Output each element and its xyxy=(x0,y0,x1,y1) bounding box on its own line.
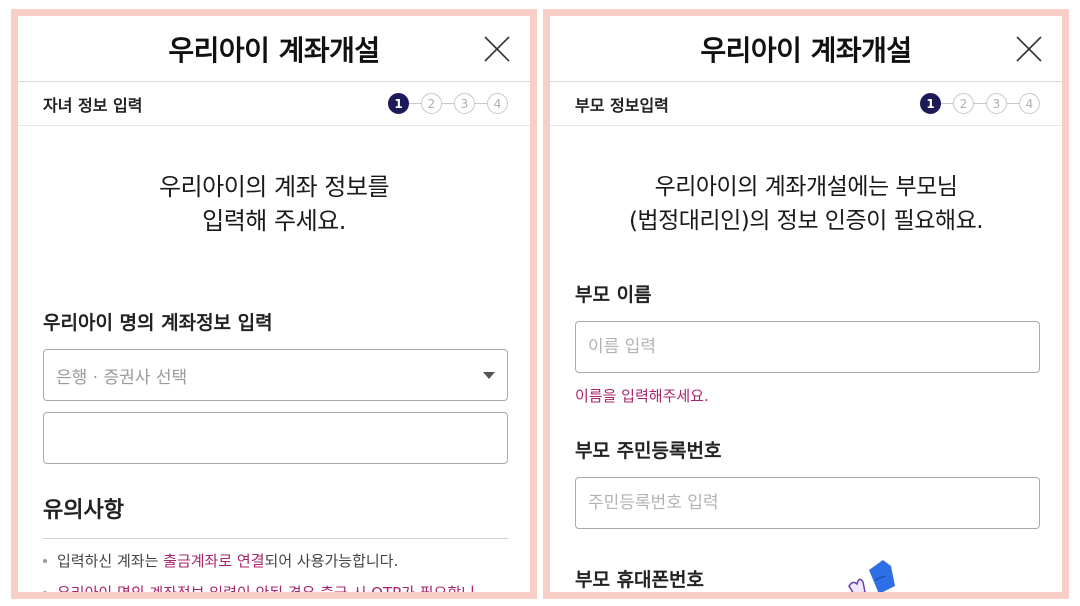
parent-rrn-input[interactable] xyxy=(575,477,1040,529)
parent-name-input[interactable] xyxy=(575,321,1040,373)
notice-item-warning: 우리아이 명의 계좌정보 입력이 안된 경우 출금 시 OTP가 필요합니 xyxy=(43,583,508,592)
notice-list: 입력하신 계좌는 출금계좌로 연결되어 사용가능합니다. 우리아이 명의 계좌정… xyxy=(43,551,508,592)
close-icon xyxy=(1016,36,1042,62)
parent-info-screen: 우리아이 계좌개설 부모 정보입력 1 2 3 4 우리아이의 계좌개설에는 부… xyxy=(543,9,1069,599)
step-3: 3 xyxy=(454,93,475,114)
step-connector xyxy=(974,103,986,104)
intro-line-2: 입력해 주세요. xyxy=(202,207,346,235)
close-button[interactable] xyxy=(1014,34,1044,64)
page-title: 우리아이 계좌개설 xyxy=(700,33,912,67)
step-label: 부모 정보입력 xyxy=(575,95,669,115)
notice-item: 입력하신 계좌는 출금계좌로 연결되어 사용가능합니다. xyxy=(43,551,508,571)
page-title: 우리아이 계좌개설 xyxy=(168,33,380,67)
screenshot-canvas: 우리아이 계좌개설 자녀 정보 입력 1 2 3 4 우리아이의 계좌 정보를 xyxy=(0,0,1080,606)
intro-line-1: 우리아이의 계좌개설에는 부모님 xyxy=(654,174,958,200)
parent-rrn-label: 부모 주민등록번호 xyxy=(575,440,722,462)
modal-header: 우리아이 계좌개설 xyxy=(18,16,530,82)
chevron-down-icon xyxy=(483,371,495,379)
step-connector xyxy=(941,103,953,104)
intro-line-1: 우리아이의 계좌 정보를 xyxy=(158,173,390,201)
notice-text: 되어 사용가능합니다. xyxy=(264,552,399,570)
parent-name-label: 부모 이름 xyxy=(575,284,652,306)
hand-pointer-icon xyxy=(848,560,895,592)
modal-header: 우리아이 계좌개설 xyxy=(550,16,1062,82)
step-indicator: 1 2 3 4 xyxy=(920,93,1040,114)
parent-phone-label: 부모 휴대폰번호 xyxy=(575,569,704,591)
step-4: 4 xyxy=(487,93,508,114)
step-2: 2 xyxy=(953,93,974,114)
step-1: 1 xyxy=(388,93,409,114)
step-1: 1 xyxy=(920,93,941,114)
bank-select[interactable]: 은행 · 증권사 선택 xyxy=(43,349,508,401)
account-number-input[interactable] xyxy=(43,412,508,464)
close-icon xyxy=(484,36,510,62)
bank-select-placeholder: 은행 · 증권사 선택 xyxy=(56,367,188,388)
close-button[interactable] xyxy=(482,34,512,64)
intro-line-2: (법정대리인)의 정보 인증이 필요해요. xyxy=(628,208,984,234)
intro-text: 우리아이의 계좌 정보를 입력해 주세요. xyxy=(18,170,530,238)
step-connector xyxy=(475,103,487,104)
step-connector xyxy=(442,103,454,104)
step-connector xyxy=(1007,103,1019,104)
notice-text: 입력하신 계좌는 xyxy=(57,552,164,570)
account-info-label: 우리아이 명의 계좌정보 입력 xyxy=(43,312,273,334)
step-label: 자녀 정보 입력 xyxy=(43,95,143,115)
notice-highlight: 출금계좌로 연결 xyxy=(163,552,265,570)
intro-text: 우리아이의 계좌개설에는 부모님 (법정대리인)의 정보 인증이 필요해요. xyxy=(550,170,1062,238)
step-2: 2 xyxy=(421,93,442,114)
step-3: 3 xyxy=(986,93,1007,114)
notice-title: 유의사항 xyxy=(43,492,508,539)
child-info-screen: 우리아이 계좌개설 자녀 정보 입력 1 2 3 4 우리아이의 계좌 정보를 xyxy=(11,9,537,599)
step-4: 4 xyxy=(1019,93,1040,114)
step-connector xyxy=(409,103,421,104)
step-indicator: 1 2 3 4 xyxy=(388,93,508,114)
step-bar: 부모 정보입력 1 2 3 4 xyxy=(550,82,1062,126)
step-bar: 자녀 정보 입력 1 2 3 4 xyxy=(18,82,530,126)
name-error-message: 이름을 입력해주세요. xyxy=(575,387,709,405)
